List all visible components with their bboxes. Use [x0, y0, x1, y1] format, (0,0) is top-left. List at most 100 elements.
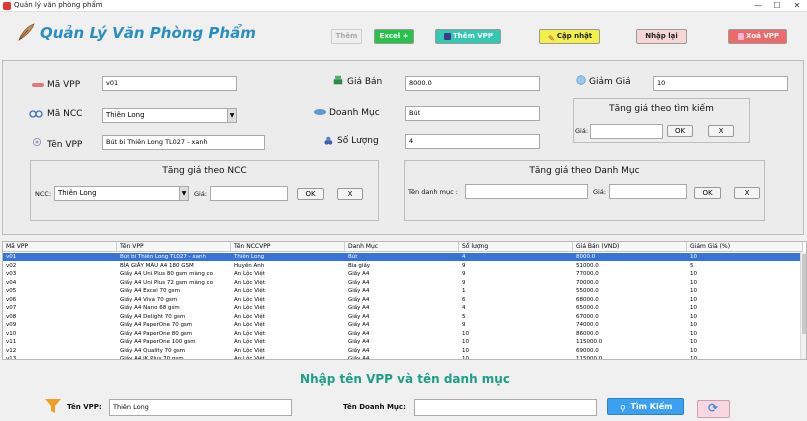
- price-by-category-gia-input[interactable]: [609, 184, 687, 199]
- price-by-search-gia-input[interactable]: [590, 124, 663, 139]
- price-by-ncc-gia-input[interactable]: [210, 186, 288, 201]
- price-by-category-ok-button[interactable]: OK: [694, 187, 721, 199]
- table-cell: 10: [690, 313, 697, 320]
- minimize-button[interactable]: —: [748, 0, 768, 12]
- search-ten-dm-input[interactable]: [414, 399, 597, 416]
- table-cell: Giấy A4: [348, 339, 370, 345]
- table-row[interactable]: v04 Giấy A4 Uni Plus 72 gsm màng co An Lộc…: [3, 279, 803, 287]
- boxes-icon: [324, 136, 333, 145]
- table-cell: 9: [462, 271, 466, 277]
- price-by-ncc-select[interactable]: Thiên Long ▼: [54, 186, 189, 201]
- ten-vpp-label: Tên VPP: [47, 140, 83, 150]
- add-vpp-button[interactable]: Thêm VPP: [435, 29, 501, 44]
- window-title: Quản lý văn phòng phẩm: [14, 1, 103, 9]
- table-row[interactable]: v10 Giấy A4 PaperOne 80 gsm An Lộc Việt Giấ…: [3, 330, 803, 338]
- vertical-scrollbar[interactable]: [800, 252, 806, 359]
- table-row[interactable]: v01 Bút bi Thiên Long TL027 - xanh Thiên L…: [3, 253, 803, 261]
- gia-ban-input[interactable]: 8000.0: [405, 76, 540, 91]
- table-cell: 10: [462, 347, 469, 354]
- table-cell: 51000.0: [576, 262, 599, 269]
- ma-ncc-label: Mã NCC: [47, 109, 83, 119]
- table-cell: Giấy A4 Quality 70 gsm: [120, 347, 186, 354]
- table-row[interactable]: v13 Giấy A4 IK Plus 70 gsm An Lộc Việt Giấy…: [3, 355, 803, 359]
- table-cell: Giấy A4: [348, 313, 370, 320]
- column-header[interactable]: Giảm Giá (%): [687, 242, 803, 252]
- table-cell: Giấy A4: [348, 271, 370, 277]
- table-cell: 9: [462, 262, 466, 269]
- search-icon: ⚲: [620, 404, 626, 413]
- column-header[interactable]: Tên VPP: [117, 242, 231, 252]
- ten-vpp-input[interactable]: Bút bi Thiên Long TL027 - xanh: [102, 135, 265, 150]
- table-cell: 10: [690, 296, 697, 303]
- table-cell: Giấy A4 Viva 70 gsm: [120, 296, 178, 303]
- ma-vpp-input[interactable]: v01: [102, 76, 237, 91]
- table-row[interactable]: v05 Giấy A4 Excel 70 gsm An Lộc Việt Giấy A…: [3, 287, 803, 295]
- table-cell: Giấy A4 Uni Plus 80 gsm màng co: [120, 271, 213, 277]
- table-cell: Bìa giấy: [348, 262, 371, 269]
- add-button[interactable]: Thêm: [331, 29, 362, 44]
- table-row[interactable]: v11 Giấy A4 PaperOne 100 gsm An Lộc Việt Gi…: [3, 338, 803, 346]
- column-header[interactable]: Số lượng: [459, 242, 573, 252]
- doanh-muc-label: Doanh Mục: [329, 108, 380, 118]
- so-luong-input[interactable]: 4: [405, 134, 540, 149]
- refresh-icon: ⟳: [708, 401, 719, 415]
- search-button[interactable]: ⚲ Tìm Kiếm: [607, 398, 684, 415]
- table-row[interactable]: v03 Giấy A4 Uni Plus 80 gsm màng co An Lộc…: [3, 270, 803, 278]
- table-cell: An Lộc Việt: [234, 313, 265, 320]
- maximize-button[interactable]: ☐: [767, 0, 787, 12]
- table-cell: Giấy A4 Delight 70 gsm: [120, 313, 186, 320]
- table-cell: v09: [6, 322, 17, 328]
- pencil-icon: ✎: [548, 34, 555, 43]
- discount-icon: [576, 75, 586, 85]
- column-header[interactable]: Giá Bán (VND): [573, 242, 687, 252]
- table-cell: Huyền Anh: [234, 262, 265, 269]
- price-by-search-cancel-button[interactable]: X: [708, 125, 734, 137]
- table-cell: 70000.0: [576, 279, 599, 286]
- table-row[interactable]: v09 Giấy A4 PaperOne 70 gsm An Lộc Việt Giấ…: [3, 321, 803, 329]
- table-cell: 10: [690, 271, 697, 277]
- close-button[interactable]: ✕: [787, 0, 807, 12]
- table-cell: Giấy A4: [348, 296, 370, 303]
- price-by-search-ok-button[interactable]: OK: [667, 125, 693, 137]
- column-header[interactable]: Tên NCCVPP: [231, 242, 345, 252]
- ma-ncc-select[interactable]: Thiên Long ▼: [102, 108, 237, 123]
- table-cell: v03: [6, 271, 17, 277]
- table-cell: Giấy A4 PaperOne 70 gsm: [120, 322, 193, 328]
- price-by-ncc-label: NCC:: [35, 190, 52, 198]
- chevron-down-icon: ▼: [179, 187, 188, 200]
- vpp-table[interactable]: Mã VPP Tên VPP Tên NCCVPP Danh Mục Số lư…: [2, 241, 807, 360]
- ma-vpp-label: Mã VPP: [47, 80, 81, 90]
- delete-vpp-label: Xoá VPP: [745, 32, 780, 40]
- price-by-ncc-cancel-button[interactable]: X: [337, 188, 363, 200]
- price-by-ncc-ok-button[interactable]: OK: [297, 188, 324, 200]
- search-ten-vpp-input[interactable]: Thiên Long: [109, 399, 292, 416]
- table-cell: v10: [6, 330, 17, 337]
- table-cell: 4: [462, 305, 466, 311]
- refresh-button[interactable]: ⟳: [697, 400, 730, 418]
- column-header[interactable]: Danh Mục: [345, 242, 459, 252]
- scrollbar-thumb[interactable]: [802, 254, 806, 334]
- table-cell: 5: [462, 313, 466, 320]
- excel-button[interactable]: Excel +: [374, 29, 414, 44]
- table-row[interactable]: v06 Giấy A4 Viva 70 gsm An Lộc Việt Giấy A4…: [3, 296, 803, 304]
- table-cell: Giấy A4 Excel 70 gsm: [120, 288, 180, 294]
- update-button[interactable]: ✎ Cập nhật: [539, 29, 600, 44]
- table-cell: v02: [6, 262, 17, 269]
- cash-register-icon: [333, 75, 343, 85]
- reset-button[interactable]: Nhập lại: [636, 29, 687, 44]
- table-row[interactable]: v08 Giấy A4 Delight 70 gsm An Lộc Việt Giấy…: [3, 313, 803, 321]
- table-row[interactable]: v12 Giấy A4 Quality 70 gsm An Lộc Việt Giấy…: [3, 347, 803, 355]
- price-by-ncc-title: Tăng giá theo NCC: [162, 166, 247, 176]
- price-by-category-cancel-button[interactable]: X: [734, 187, 760, 199]
- table-cell: 10: [690, 279, 697, 286]
- table-cell: 10: [690, 288, 697, 294]
- doanh-muc-input[interactable]: Bút: [405, 106, 540, 121]
- table-cell: 10: [690, 339, 697, 345]
- column-header[interactable]: Mã VPP: [3, 242, 117, 252]
- giam-gia-input[interactable]: 10: [653, 76, 788, 91]
- table-row[interactable]: v07 Giấy A4 Nano 68 gsm An Lộc Việt Giấy A4…: [3, 304, 803, 312]
- delete-vpp-button[interactable]: Xoá VPP: [728, 29, 787, 44]
- table-row[interactable]: v02 BÌA GIẤY MÀU A4 180 GSM Huyền Anh Bìa g…: [3, 262, 803, 270]
- price-by-category-input[interactable]: [465, 184, 588, 199]
- table-cell: 9: [462, 322, 466, 328]
